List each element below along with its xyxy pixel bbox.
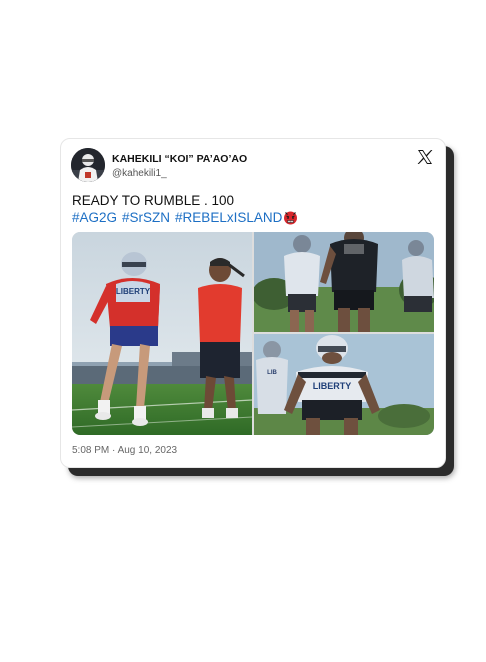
- photo-training-field[interactable]: LIBERTY: [72, 232, 252, 435]
- jersey-text: LIBERTY: [313, 381, 352, 391]
- angry-face-emoji-icon: [283, 210, 298, 225]
- hashtag-row: #AG2G #SrSZN #REBELxISLAND: [72, 209, 298, 226]
- x-logo-icon[interactable]: [417, 149, 433, 165]
- display-name[interactable]: KAHEKILI “KOI” PA’AO’AO: [112, 153, 247, 165]
- hashtag-link[interactable]: #REBELxISLAND: [175, 209, 282, 226]
- jersey-text: LIBERTY: [116, 287, 151, 296]
- avatar[interactable]: [71, 148, 105, 182]
- svg-text:LIB: LIB: [267, 370, 277, 376]
- tweet-card[interactable]: KAHEKILI “KOI” PA’AO’AO @kahekili1_ READ…: [60, 138, 446, 468]
- user-handle[interactable]: @kahekili1_: [112, 168, 167, 179]
- hashtag-link[interactable]: #AG2G: [72, 209, 117, 226]
- tweet-text: READY TO RUMBLE . 100: [72, 193, 235, 208]
- photo-players-lineup[interactable]: [254, 232, 434, 332]
- tweet-timestamp[interactable]: 5:08 PM · Aug 10, 2023: [72, 445, 177, 456]
- photo-lineman-stance[interactable]: LIB LIBERTY: [254, 334, 434, 435]
- media-grid[interactable]: LIBERTY LIB LIBERTY: [72, 232, 434, 435]
- hashtag-link[interactable]: #SrSZN: [122, 209, 170, 226]
